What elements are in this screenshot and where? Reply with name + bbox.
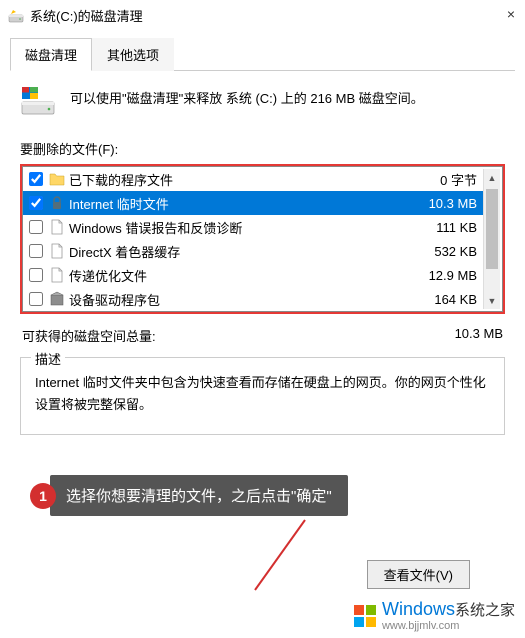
close-icon[interactable]: ×: [507, 6, 515, 22]
file-checkbox[interactable]: [29, 220, 43, 234]
file-size: 111 KB: [436, 220, 481, 235]
lock-icon: [49, 195, 65, 211]
file-size: 164 KB: [434, 292, 481, 307]
file-checkbox[interactable]: [29, 244, 43, 258]
drive-icon: [20, 85, 56, 117]
folder-icon: [49, 171, 65, 187]
annotation-number: 1: [30, 483, 56, 509]
watermark-sub: 系统之家: [455, 602, 515, 619]
file-name: 传递优化文件: [69, 266, 425, 285]
annotation-arrow: [240, 515, 320, 595]
file-icon: [49, 219, 65, 235]
watermark: Windows系统之家 www.bjjmlv.com: [354, 599, 515, 632]
watermark-brand: Windows: [382, 599, 455, 619]
file-checkbox[interactable]: [29, 196, 43, 210]
tab-other-options[interactable]: 其他选项: [92, 38, 174, 71]
view-files-button[interactable]: 查看文件(V): [367, 560, 470, 589]
file-list-highlight: 已下载的程序文件 0 字节 Internet 临时文件 10.3 MB Wind…: [20, 164, 505, 314]
file-size: 12.9 MB: [429, 268, 481, 283]
file-checkbox[interactable]: [29, 172, 43, 186]
description-label: 描述: [31, 349, 65, 368]
file-list: 已下载的程序文件 0 字节 Internet 临时文件 10.3 MB Wind…: [22, 166, 503, 312]
scrollbar[interactable]: ▲ ▼: [483, 169, 500, 309]
file-row[interactable]: 已下载的程序文件 0 字节: [23, 167, 485, 191]
file-row[interactable]: Windows 错误报告和反馈诊断 111 KB: [23, 215, 485, 239]
file-icon: [49, 243, 65, 259]
annotation-text: 选择你想要清理的文件，之后点击"确定": [50, 475, 348, 516]
file-size: 0 字节: [440, 170, 481, 189]
file-row[interactable]: DirectX 着色器缓存 532 KB: [23, 239, 485, 263]
description-fieldset: 描述 Internet 临时文件夹中包含为快速查看而存储在硬盘上的网页。你的网页…: [20, 357, 505, 435]
scroll-up-icon[interactable]: ▲: [484, 169, 500, 186]
file-name: Windows 错误报告和反馈诊断: [69, 218, 432, 237]
file-checkbox[interactable]: [29, 268, 43, 282]
intro-text: 可以使用"磁盘清理"来释放 系统 (C:) 上的 216 MB 磁盘空间。: [70, 85, 424, 109]
file-name: Internet 临时文件: [69, 194, 425, 213]
file-checkbox[interactable]: [29, 292, 43, 306]
description-text: Internet 临时文件夹中包含为快速查看而存储在硬盘上的网页。你的网页个性化…: [35, 372, 490, 416]
total-label: 可获得的磁盘空间总量:: [22, 326, 156, 345]
file-row[interactable]: 传递优化文件 12.9 MB: [23, 263, 485, 287]
file-row[interactable]: 设备驱动程序包 164 KB: [23, 287, 485, 311]
file-size: 532 KB: [434, 244, 481, 259]
file-size: 10.3 MB: [429, 196, 481, 211]
intro-section: 可以使用"磁盘清理"来释放 系统 (C:) 上的 216 MB 磁盘空间。: [20, 85, 505, 117]
total-value: 10.3 MB: [455, 326, 503, 345]
file-row[interactable]: Internet 临时文件 10.3 MB: [23, 191, 485, 215]
files-label: 要删除的文件(F):: [20, 139, 505, 158]
scroll-thumb[interactable]: [486, 189, 498, 269]
windows-logo-icon: [354, 605, 376, 627]
package-icon: [49, 291, 65, 307]
annotation: 1 选择你想要清理的文件，之后点击"确定": [30, 475, 348, 516]
file-icon: [49, 267, 65, 283]
scroll-down-icon[interactable]: ▼: [484, 292, 500, 309]
tabs: 磁盘清理 其他选项: [10, 37, 515, 71]
watermark-url: www.bjjmlv.com: [382, 620, 515, 632]
tab-content: 可以使用"磁盘清理"来释放 系统 (C:) 上的 216 MB 磁盘空间。 要删…: [0, 71, 525, 449]
window-title: 系统(C:)的磁盘清理: [30, 6, 143, 25]
file-name: 已下载的程序文件: [69, 170, 436, 189]
disk-cleanup-icon: [8, 8, 24, 24]
titlebar: 系统(C:)的磁盘清理: [0, 0, 525, 31]
total-row: 可获得的磁盘空间总量: 10.3 MB: [22, 326, 503, 345]
tab-disk-cleanup[interactable]: 磁盘清理: [10, 38, 92, 71]
file-name: 设备驱动程序包: [69, 290, 430, 309]
file-name: DirectX 着色器缓存: [69, 242, 430, 261]
